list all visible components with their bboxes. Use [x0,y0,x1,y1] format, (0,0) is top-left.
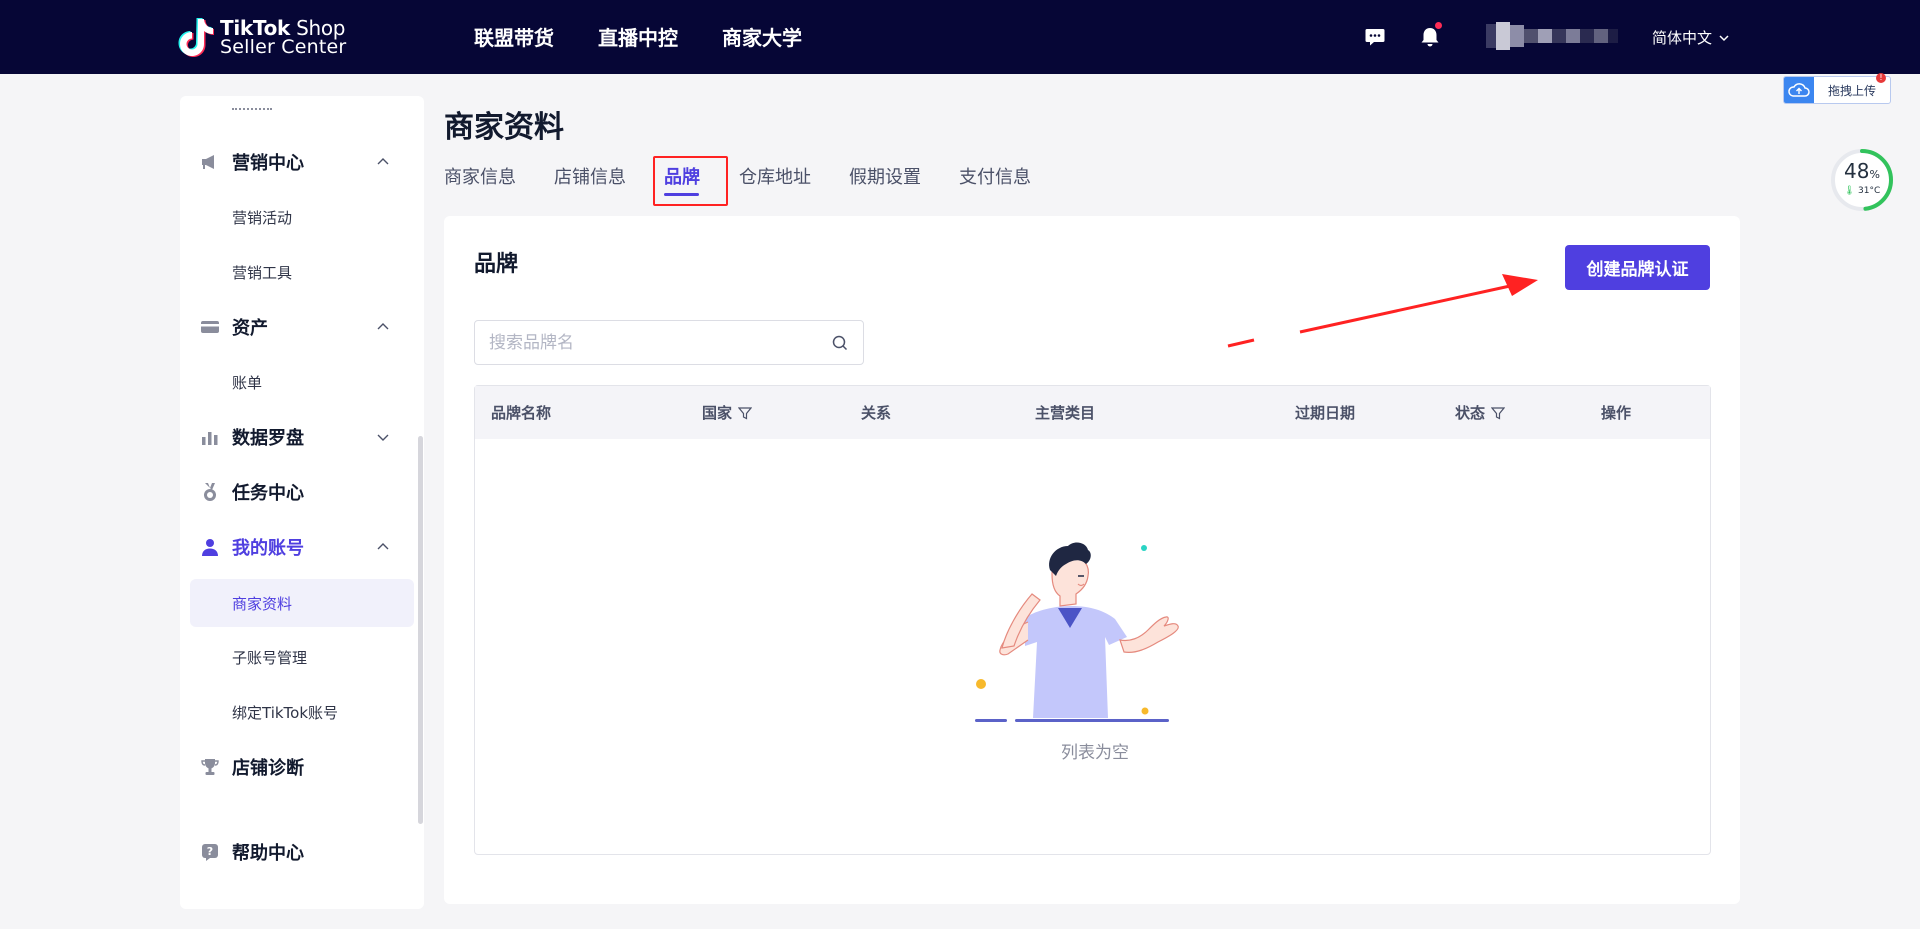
gauge-percent-value: 48 [1844,159,1870,183]
create-brand-auth-button[interactable]: 创建品牌认证 [1565,245,1710,290]
chevron-down-icon [377,434,389,441]
performance-gauge[interactable]: 48% 🌡︎ 31°C [1829,147,1895,213]
sidebar-group-label: 我的账号 [232,538,304,559]
sidebar-group-marketing[interactable]: 营销中心 [180,142,424,182]
empty-state-text: 列表为空 [1061,743,1129,763]
notification-dot [1435,22,1442,29]
card-title: 品牌 [474,252,519,277]
tab-holiday-settings[interactable]: 假期设置 [849,163,921,189]
thermometer-icon: 🌡︎ [1843,186,1856,196]
logo-text: TikTok Shop Seller Center [220,18,347,58]
help-icon: ? [202,844,218,861]
upload-label: 拖拽上传 [1828,83,1877,98]
tab-shop-info[interactable]: 店铺信息 [554,163,626,189]
avatar[interactable] [1486,16,1636,56]
tab-warehouse-address[interactable]: 仓库地址 [739,163,811,189]
svg-text:?: ? [207,845,213,858]
sidebar-item-bills[interactable]: 账单 [190,358,414,406]
column-label: 关系 [861,404,892,422]
sidebar-group-label: 营销中心 [232,153,304,174]
gauge-temp-value: 31°C [1858,186,1881,196]
nav-live-control[interactable]: 直播中控 [598,22,678,51]
language-selector[interactable]: 简体中文 [1652,27,1730,48]
tab-merchant-info[interactable]: 商家信息 [444,163,516,189]
cloud-upload-icon-box [1784,77,1814,103]
sidebar-group-label: 店铺诊断 [232,758,304,779]
search-icon[interactable] [831,334,849,352]
column-label: 操作 [1601,404,1632,422]
sidebar-scrollbar[interactable] [418,436,423,824]
sidebar-item-marketing-tools[interactable]: 营销工具 [190,248,414,296]
message-icon[interactable] [1364,26,1386,48]
top-nav: 联盟带货 直播中控 商家大学 [474,22,802,51]
gauge-percent: 48% [1829,159,1895,183]
page-title: 商家资料 [444,110,564,145]
gauge-percent-unit: % [1869,168,1880,181]
column-status: 状态 [1455,402,1506,423]
drag-upload-widget[interactable]: 拖拽上传 ! [1783,73,1891,104]
column-actions: 操作 [1601,402,1631,423]
medal-icon [204,483,216,501]
bar-chart-icon [202,432,218,445]
column-main-category: 主营类目 [1035,402,1095,423]
column-label: 过期日期 [1295,404,1356,422]
sidebar-clipped-item [232,108,272,112]
sidebar-group-my-account[interactable]: 我的账号 [180,527,424,567]
sidebar-group-task-center[interactable]: 任务中心 [180,472,424,512]
table-header: 品牌名称 国家 关系 主营类目 过期日期 状态 操作 [475,386,1710,439]
nav-seller-university[interactable]: 商家大学 [722,22,802,51]
gauge-temperature: 🌡︎ 31°C [1829,186,1895,196]
chevron-up-icon [377,158,389,165]
sidebar-group-label: 任务中心 [232,483,304,504]
user-icon [202,539,218,556]
brand-search-input[interactable] [489,321,819,364]
cloud-upload-icon [1788,83,1810,97]
sidebar-item-bind-tiktok[interactable]: 绑定TikTok账号 [190,688,414,736]
chevron-down-icon [1719,34,1729,41]
sidebar-item-merchant-profile[interactable]: 商家资料 [190,579,414,627]
sidebar-group-help-center[interactable]: ? 帮助中心 [180,832,424,872]
tiktok-logo-icon [178,18,214,57]
tiktok-shop-logo[interactable]: TikTok Shop Seller Center [178,16,348,60]
column-label: 主营类目 [1035,404,1096,422]
bell-icon [1421,28,1439,47]
sidebar-group-label: 资产 [232,318,268,339]
sidebar-group-data-compass[interactable]: 数据罗盘 [180,417,424,457]
sidebar-group-label: 帮助中心 [232,843,304,864]
sidebar-group-label: 数据罗盘 [232,428,304,449]
logo-subtitle: Seller Center [220,36,347,58]
filter-icon[interactable] [738,406,753,420]
nav-affiliate[interactable]: 联盟带货 [474,22,554,51]
empty-state-illustration [975,542,1179,722]
sidebar: 营销中心 营销活动 营销工具 资产 账单 数据罗盘 任务中心 我的账号 商家资料… [180,96,424,909]
sidebar-item-marketing-activities[interactable]: 营销活动 [190,193,414,241]
sidebar-item-sub-accounts[interactable]: 子账号管理 [190,633,414,681]
column-label: 国家 [702,404,733,422]
chevron-up-icon [377,543,389,550]
sidebar-group-shop-diagnosis[interactable]: 店铺诊断 [180,747,424,787]
language-label: 简体中文 [1652,29,1713,47]
brand-search [474,320,864,365]
column-brand-name: 品牌名称 [491,402,551,423]
card-icon [201,321,219,333]
filter-icon[interactable] [1491,406,1506,420]
column-expiry-date: 过期日期 [1295,402,1355,423]
tab-payment-info[interactable]: 支付信息 [959,163,1031,189]
tab-highlight-box [653,156,728,206]
column-label: 状态 [1455,404,1486,422]
annotation-arrow-icon [1227,274,1538,348]
column-country: 国家 [702,402,753,423]
megaphone-icon [202,155,214,169]
top-bar: TikTok Shop Seller Center 联盟带货 直播中控 商家大学… [0,0,1920,74]
notification-bell[interactable] [1419,22,1442,48]
upload-badge: ! [1876,73,1886,83]
column-relation: 关系 [861,402,891,423]
chevron-up-icon [377,323,389,330]
trophy-icon [201,759,219,775]
sidebar-group-assets[interactable]: 资产 [180,307,424,347]
column-label: 品牌名称 [491,404,552,422]
